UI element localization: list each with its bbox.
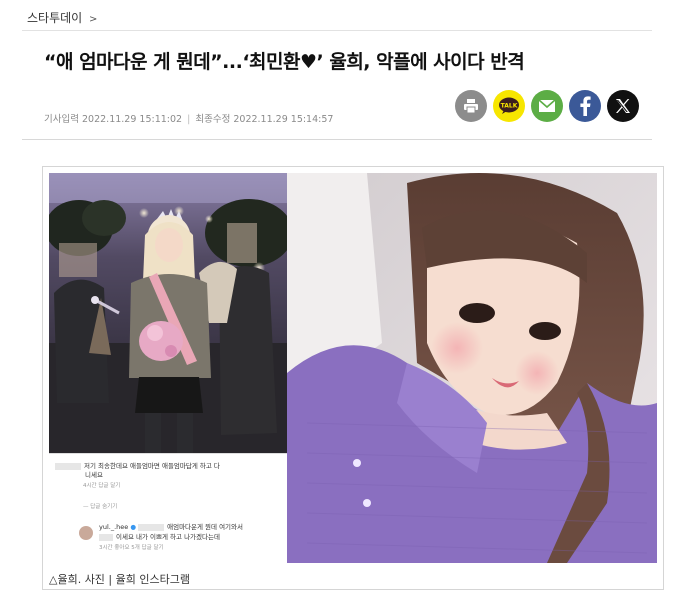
facebook-icon [580, 96, 591, 116]
x-icon [616, 99, 630, 113]
instagram-comments: 저기 최송한데요 애들엄마면 애들엄마답게 하고 다 니세요 4시간 답글 달기… [49, 453, 287, 563]
reply-meta: 3시간 좋아요 5개 답글 달기 [99, 545, 164, 551]
party-photo [49, 173, 287, 453]
reply-row: yul._.hee ● 애엄마다운게 뭔데 여기와서 [99, 523, 244, 531]
blurred-mention [138, 523, 165, 531]
instagram-screenshot: 저기 최송한데요 애들엄마면 애들엄마답게 하고 다 니세요 4시간 답글 달기… [49, 173, 287, 563]
breadcrumb-section[interactable]: 스타투데이 [27, 11, 82, 25]
modified-label: 최종수정 [195, 114, 231, 125]
hide-replies-link: — 답글 숨기기 [83, 504, 118, 510]
mail-icon [538, 99, 556, 112]
published-label: 기사입력 [44, 114, 79, 125]
mail-share-button[interactable] [531, 90, 563, 122]
kakaotalk-share-button[interactable]: TALK [493, 90, 525, 122]
svg-text:TALK: TALK [501, 103, 518, 110]
article-meta: 기사입력 2022.11.29 15:11:02 | 최종수정 2022.11.… [44, 111, 333, 125]
divider [22, 139, 652, 140]
photo-caption: △율희. 사진 | 율희 인스타그램 [49, 573, 190, 586]
facebook-share-button[interactable] [569, 90, 601, 122]
blurred-username [55, 462, 81, 470]
published-time: 2022.11.29 15:11:02 [82, 114, 183, 125]
divider [22, 30, 652, 31]
share-bar: TALK [455, 90, 639, 122]
x-share-button[interactable] [607, 90, 639, 122]
meta-divider: | [187, 114, 191, 125]
article-figure: 저기 최송한데요 애들엄마면 애들엄마답게 하고 다 니세요 4시간 답글 달기… [42, 166, 664, 590]
print-button[interactable] [455, 90, 487, 122]
figure-images: 저기 최송한데요 애들엄마면 애들엄마답게 하고 다 니세요 4시간 답글 달기… [49, 173, 657, 563]
kakaotalk-icon: TALK [499, 97, 519, 114]
reply-text-cont: 이세요 내가 이쁘게 하고 나가겠다는데 [99, 531, 220, 541]
breadcrumb-chevron-icon: > [89, 14, 98, 25]
reply-text: 애엄마다운게 뭔데 여기와서 [167, 523, 244, 531]
comment-text-cont: 니세요 [85, 471, 103, 479]
comment-text: 저기 최송한데요 애들엄마면 애들엄마답게 하고 다 [84, 462, 220, 470]
comment-row: 저기 최송한데요 애들엄마면 애들엄마답게 하고 다 [55, 460, 220, 470]
blurred-text [99, 533, 113, 541]
selfie-photo [287, 173, 657, 563]
comment-meta: 4시간 답글 달기 [83, 483, 121, 489]
reply-username: yul._.hee [99, 523, 129, 531]
breadcrumb[interactable]: 스타투데이 > [27, 9, 97, 26]
print-icon [464, 99, 478, 114]
article-headline: “애 엄마다운 게 뭔데”...‘최민환♥’ 율희, 악플에 사이다 반격 [44, 51, 525, 73]
modified-time: 2022.11.29 15:14:57 [233, 114, 334, 125]
avatar [79, 526, 93, 540]
